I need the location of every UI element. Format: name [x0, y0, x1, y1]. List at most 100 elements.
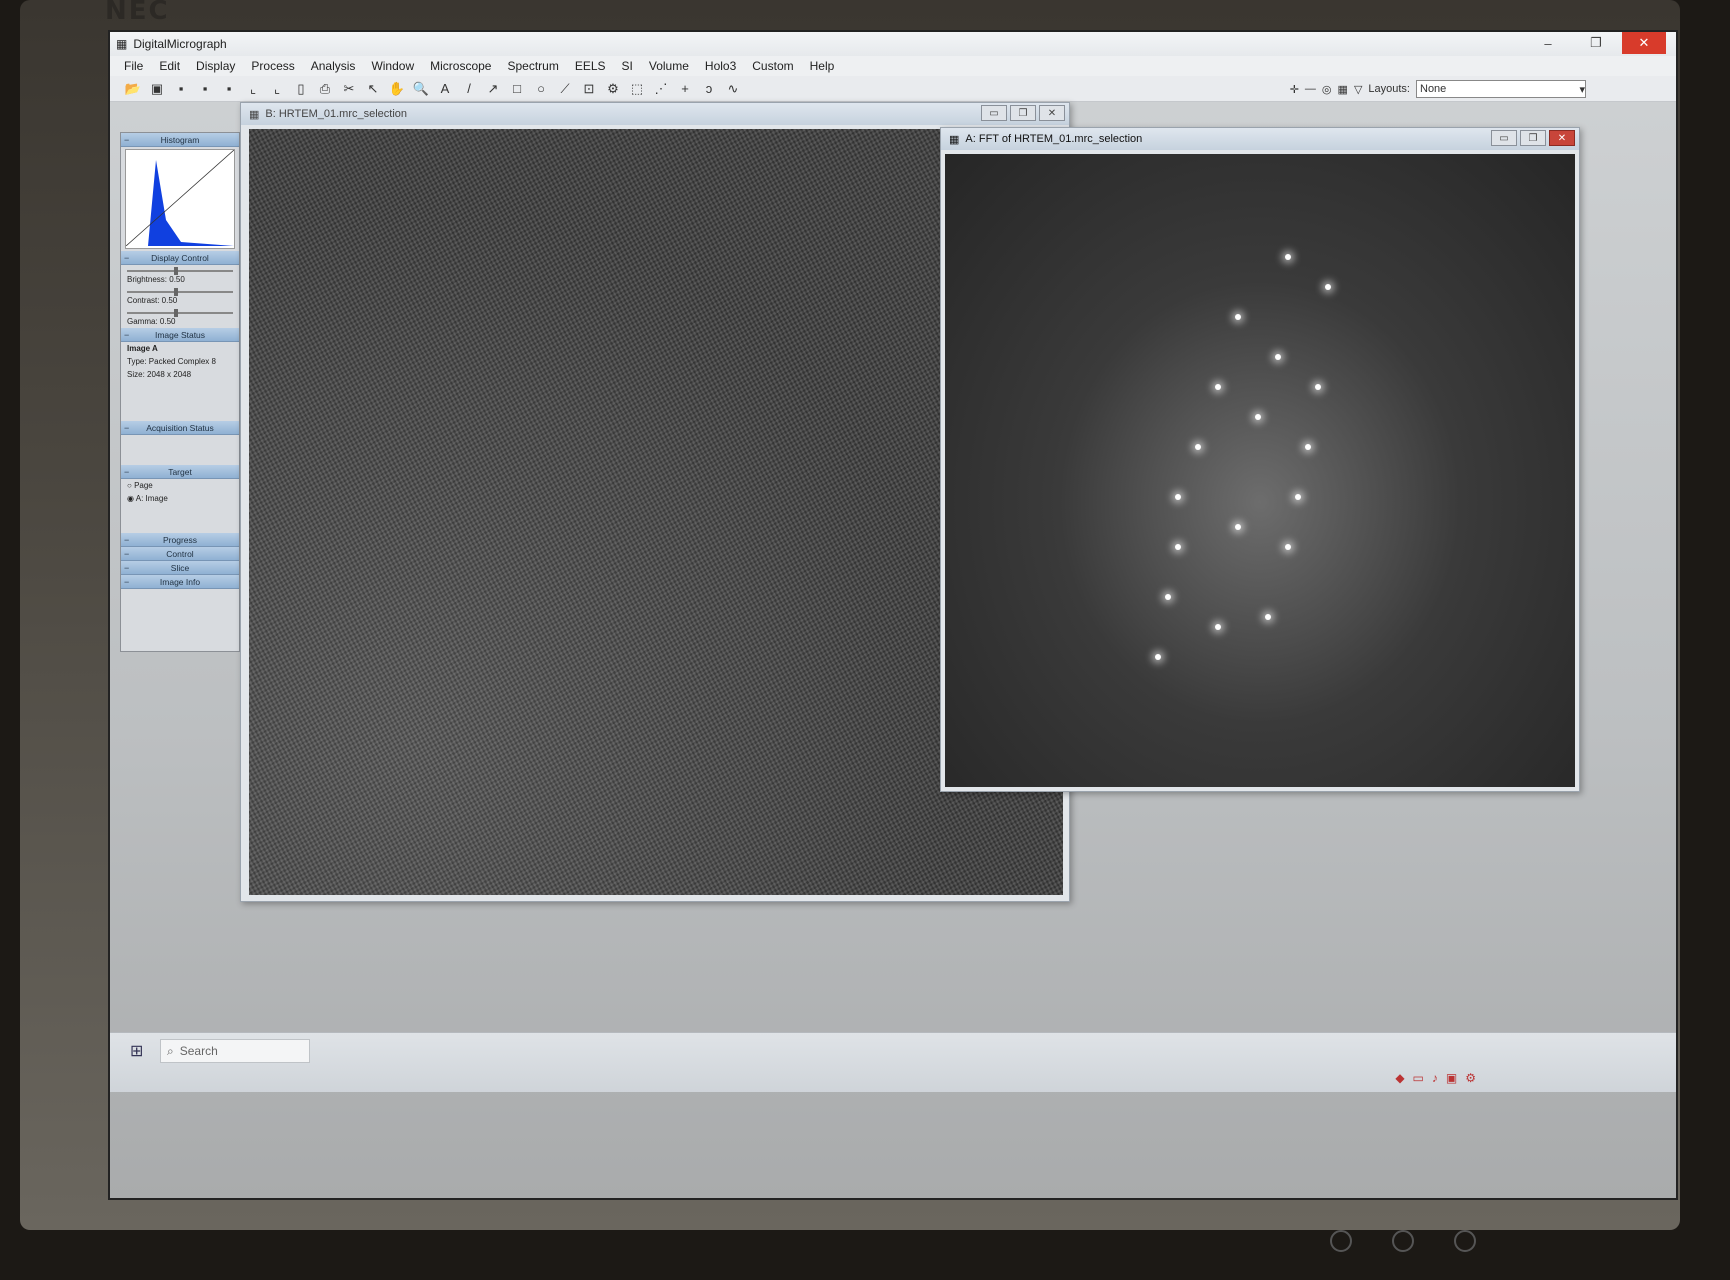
contrast-slider[interactable] — [127, 288, 233, 296]
target-image-label: A: Image — [135, 494, 168, 503]
plot2-icon[interactable]: ⌞ — [268, 80, 286, 98]
taskbar-search[interactable]: ⌕ Search — [160, 1039, 310, 1063]
network-icon[interactable]: ▭ — [1413, 1071, 1424, 1085]
image-info-header[interactable]: Image Info — [121, 575, 239, 589]
settings-icon[interactable]: ⚙ — [1465, 1071, 1476, 1085]
grid-icon[interactable]: ▦ — [1338, 83, 1348, 96]
acquisition-status-header[interactable]: Acquisition Status — [121, 421, 239, 435]
menu-process[interactable]: Process — [251, 59, 294, 73]
target-image-radio[interactable]: ◉ A: Image — [121, 492, 239, 505]
menu-display[interactable]: Display — [196, 59, 235, 73]
arrow-icon[interactable]: ↗ — [484, 80, 502, 98]
plot-icon[interactable]: ⌞ — [244, 80, 262, 98]
menu-bar: File Edit Display Process Analysis Windo… — [110, 56, 1676, 76]
menu-si[interactable]: SI — [622, 59, 633, 73]
antivirus-icon[interactable]: ◆ — [1395, 1071, 1404, 1085]
image-status-header[interactable]: Image Status — [121, 328, 239, 342]
hrtem-close-button[interactable]: ✕ — [1039, 105, 1065, 121]
fft-close-button[interactable]: ✕ — [1549, 130, 1575, 146]
layouts-label: Layouts: — [1368, 83, 1410, 95]
save-all-icon[interactable]: ▪ — [196, 80, 214, 98]
line-icon[interactable]: / — [460, 80, 478, 98]
target-icon[interactable]: ◎ — [1322, 83, 1332, 96]
monitor-button[interactable] — [1392, 1230, 1414, 1252]
rectangle-icon[interactable]: □ — [508, 80, 526, 98]
menu-volume[interactable]: Volume — [649, 59, 689, 73]
menu-holo3[interactable]: Holo3 — [705, 59, 736, 73]
roi-icon[interactable]: ⊡ — [580, 80, 598, 98]
windows-start-icon[interactable]: ⊞ — [130, 1041, 152, 1063]
layouts-control: ✛ — ◎ ▦ ▽ Layouts: None ▾ — [1290, 80, 1586, 98]
oval-icon[interactable]: ○ — [532, 80, 550, 98]
fft-minimize-button[interactable]: ▭ — [1491, 130, 1517, 146]
diffraction-spot — [1165, 594, 1171, 600]
lock-icon[interactable]: ⚙ — [604, 80, 622, 98]
control-header[interactable]: Control — [121, 547, 239, 561]
point-icon[interactable]: + — [676, 80, 694, 98]
menu-analysis[interactable]: Analysis — [311, 59, 356, 73]
crosshair-icon[interactable]: ✛ — [1290, 83, 1299, 96]
menu-window[interactable]: Window — [371, 59, 414, 73]
line-roi-icon[interactable]: ⋰ — [652, 80, 670, 98]
tools-icon[interactable]: ✂ — [340, 80, 358, 98]
select-icon[interactable]: ⬚ — [628, 80, 646, 98]
pointer-icon[interactable]: ↖ — [364, 80, 382, 98]
image-window-icon: ▦ — [949, 133, 960, 146]
menu-custom[interactable]: Custom — [752, 59, 793, 73]
power-button[interactable] — [1330, 1230, 1352, 1252]
histogram-plot — [125, 149, 235, 247]
diffraction-spot — [1295, 494, 1301, 500]
new-icon[interactable]: ▣ — [148, 80, 166, 98]
hrtem-window-title: B: HRTEM_01.mrc_selection — [265, 108, 408, 120]
print-icon[interactable]: ⎙ — [316, 80, 334, 98]
target-page-label: Page — [134, 481, 153, 490]
hand-icon[interactable]: ✋ — [388, 80, 406, 98]
menu-help[interactable]: Help — [810, 59, 835, 73]
hrtem-minimize-button[interactable]: ▭ — [981, 105, 1007, 121]
layouts-select[interactable]: None ▾ — [1416, 80, 1586, 98]
menu-microscope[interactable]: Microscope — [430, 59, 491, 73]
monitor-button[interactable] — [1454, 1230, 1476, 1252]
app-tray-icon[interactable]: ▣ — [1446, 1071, 1457, 1085]
hrtem-window-titlebar[interactable]: ▦ B: HRTEM_01.mrc_selection — [241, 103, 1069, 125]
zoom-icon[interactable]: 🔍 — [412, 80, 430, 98]
chevron-down-icon: ▾ — [1579, 83, 1585, 96]
lasso-icon[interactable]: ↄ — [700, 80, 718, 98]
hrtem-restore-button[interactable]: ❐ — [1010, 105, 1036, 121]
minimize-button[interactable]: – — [1526, 32, 1570, 54]
fft-image[interactable] — [945, 154, 1575, 787]
progress-header[interactable]: Progress — [121, 533, 239, 547]
target-header[interactable]: Target — [121, 465, 239, 479]
diffraction-spot — [1275, 354, 1281, 360]
gamma-slider[interactable] — [127, 309, 233, 317]
target-page-radio[interactable]: ○ Page — [121, 479, 239, 492]
profile-icon[interactable]: ∿ — [724, 80, 742, 98]
wand-icon[interactable]: ⟋ — [556, 80, 574, 98]
slice-header[interactable]: Slice — [121, 561, 239, 575]
open-icon[interactable]: 📂 — [124, 80, 142, 98]
fft-image-window[interactable]: ▦ A: FFT of HRTEM_01.mrc_selection ▭ ❐ ✕ — [940, 127, 1580, 792]
text-icon[interactable]: A — [436, 80, 454, 98]
save-icon[interactable]: ▪ — [172, 80, 190, 98]
menu-file[interactable]: File — [124, 59, 143, 73]
display-control-header[interactable]: Display Control — [121, 251, 239, 265]
page-icon[interactable]: ▯ — [292, 80, 310, 98]
diffraction-spot — [1235, 524, 1241, 530]
volume-icon[interactable]: ♪ — [1432, 1071, 1438, 1085]
image-name: Image A — [127, 344, 158, 353]
menu-spectrum[interactable]: Spectrum — [507, 59, 558, 73]
fft-window-titlebar[interactable]: ▦ A: FFT of HRTEM_01.mrc_selection — [941, 128, 1579, 150]
histogram — [125, 149, 235, 249]
fft-restore-button[interactable]: ❐ — [1520, 130, 1546, 146]
brightness-slider[interactable] — [127, 267, 233, 275]
filter-icon[interactable]: ▽ — [1354, 83, 1362, 96]
menu-edit[interactable]: Edit — [159, 59, 180, 73]
menu-eels[interactable]: EELS — [575, 59, 606, 73]
image-window-icon: ▦ — [249, 108, 260, 121]
restore-button[interactable]: ❐ — [1574, 32, 1618, 54]
image-type: Type: Packed Complex 8 — [127, 357, 216, 366]
close-button[interactable]: ✕ — [1622, 32, 1666, 54]
save-display-icon[interactable]: ▪ — [220, 80, 238, 98]
histogram-header[interactable]: Histogram — [121, 133, 239, 147]
line-tool-icon[interactable]: — — [1305, 83, 1316, 95]
